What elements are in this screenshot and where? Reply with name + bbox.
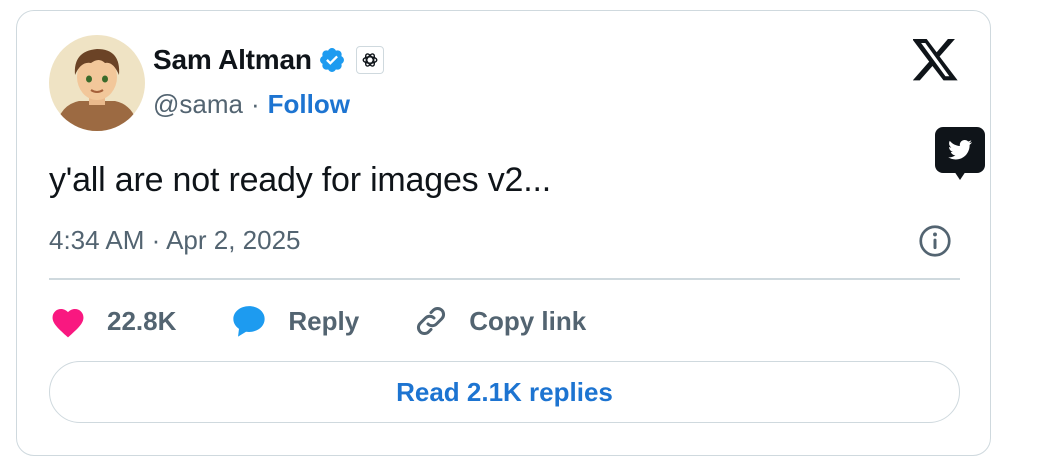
openai-logo-icon[interactable]	[355, 46, 384, 74]
tweet-card: Sam Altman @sama · Follow y'all are not …	[16, 10, 991, 456]
verified-badge-icon	[318, 46, 346, 74]
author-name[interactable]: Sam Altman	[153, 44, 312, 76]
tweet-actions: 22.8K Reply Copy link	[49, 299, 640, 343]
read-replies-button[interactable]: Read 2.1K replies	[49, 361, 960, 423]
like-count: 22.8K	[107, 305, 177, 336]
x-logo-icon[interactable]	[912, 39, 959, 81]
reply-bubble-icon	[233, 306, 266, 337]
avatar[interactable]	[49, 35, 145, 131]
divider	[49, 278, 960, 280]
follow-link[interactable]: Follow	[268, 89, 350, 120]
author-name-row: Sam Altman	[153, 43, 384, 77]
copy-link-button[interactable]: Copy link	[413, 303, 586, 339]
reply-button[interactable]: Reply	[230, 303, 359, 339]
copy-link-label: Copy link	[469, 305, 587, 336]
author-handle-row: @sama · Follow	[153, 89, 350, 120]
author-handle[interactable]: @sama	[153, 89, 243, 120]
reply-label: Reply	[288, 305, 360, 336]
tweet-text: y'all are not ready for images v2...	[49, 161, 551, 199]
link-icon	[417, 307, 446, 335]
info-icon[interactable]	[917, 223, 953, 259]
like-button[interactable]: 22.8K	[49, 304, 176, 338]
heart-icon	[52, 308, 84, 338]
separator-dot: ·	[250, 89, 260, 119]
twitter-bird-icon[interactable]	[935, 127, 985, 185]
tweet-timestamp[interactable]: 4:34 AM · Apr 2, 2025	[49, 225, 301, 256]
